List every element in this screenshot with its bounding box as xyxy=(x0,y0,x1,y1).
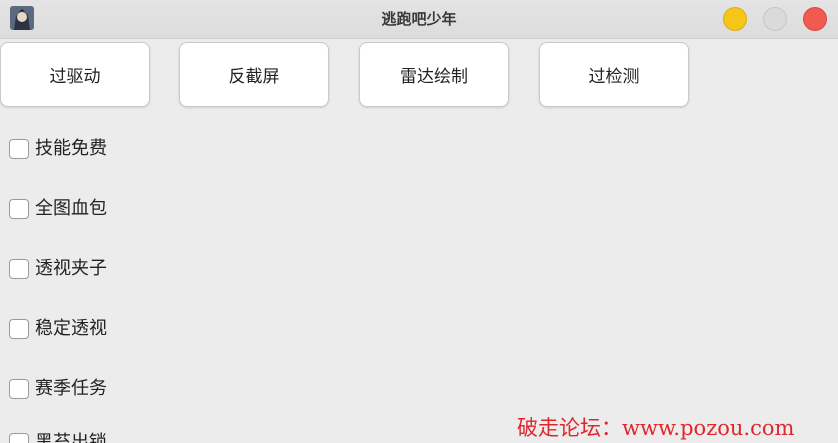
close-button[interactable] xyxy=(803,7,827,31)
bypass-detection-button[interactable]: 过检测 xyxy=(539,42,689,107)
checkbox[interactable] xyxy=(9,379,29,399)
window-title: 逃跑吧少年 xyxy=(381,10,457,28)
maximize-button[interactable] xyxy=(763,7,787,31)
checkbox-label: 稳定透视 xyxy=(35,318,107,339)
radar-draw-button[interactable]: 雷达绘制 xyxy=(359,42,509,107)
checkbox[interactable] xyxy=(9,139,29,159)
checkbox[interactable] xyxy=(9,259,29,279)
checkbox-label: 技能免费 xyxy=(35,138,107,159)
checkbox-row-stable-esp[interactable]: 稳定透视 xyxy=(9,317,107,341)
anti-screenshot-button[interactable]: 反截屏 xyxy=(179,42,329,107)
watermark-text: 破走论坛：www.pozou.com xyxy=(517,416,795,440)
checkbox[interactable] xyxy=(9,319,29,339)
checkbox-row-season-tasks[interactable]: 赛季任务 xyxy=(9,377,107,401)
checkbox-row-map-health-packs[interactable]: 全图血包 xyxy=(9,197,107,221)
title-bar[interactable]: 逃跑吧少年 xyxy=(0,0,838,39)
app-window: 逃跑吧少年 过驱动 反截屏 雷达绘制 过检测 技能免费 全图血包 透视夹子 稳定… xyxy=(0,0,838,443)
checkbox-row-see-clips[interactable]: 透视夹子 xyxy=(9,257,107,281)
checkbox-row-partial[interactable]: 黑苔出锁 xyxy=(9,431,107,443)
minimize-button[interactable] xyxy=(723,7,747,31)
checkbox[interactable] xyxy=(9,433,29,443)
checkbox-label: 黑苔出锁 xyxy=(35,432,107,443)
checkbox-label: 全图血包 xyxy=(35,198,107,219)
bypass-driver-button[interactable]: 过驱动 xyxy=(0,42,150,107)
checkbox[interactable] xyxy=(9,199,29,219)
checkbox-label: 赛季任务 xyxy=(35,378,107,399)
checkbox-row-skill-free[interactable]: 技能免费 xyxy=(9,137,107,161)
checkbox-label: 透视夹子 xyxy=(35,258,107,279)
